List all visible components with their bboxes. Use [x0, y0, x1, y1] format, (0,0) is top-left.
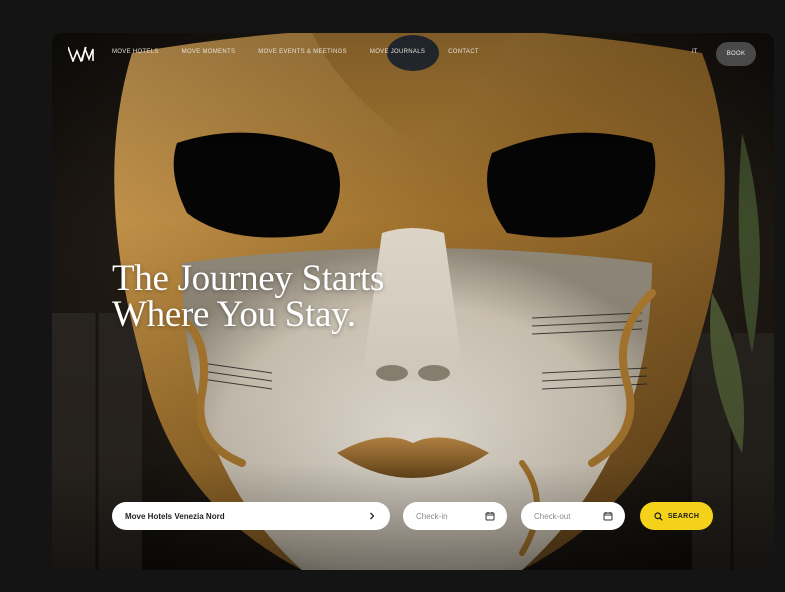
checkin-field[interactable]	[403, 502, 507, 530]
chevron-right-icon	[370, 512, 375, 520]
checkout-field[interactable]	[521, 502, 625, 530]
nav-link-move-events-meetings[interactable]: MOVE EVENTS & MEETINGS	[258, 49, 347, 55]
hotel-select[interactable]: Move Hotels Venezia Nord	[112, 502, 390, 530]
book-button[interactable]: BOOK	[716, 42, 756, 66]
nav-link-move-moments[interactable]: MOVE MOMENTS	[182, 49, 236, 55]
search-button[interactable]: SEARCH	[640, 502, 713, 530]
language-switch[interactable]: IT	[692, 49, 697, 55]
hotel-select-value: Move Hotels Venezia Nord	[125, 511, 225, 521]
calendar-icon	[603, 512, 613, 521]
nav-links: MOVE HOTELS MOVE MOMENTS MOVE EVENTS & M…	[112, 49, 502, 55]
search-icon	[654, 511, 663, 521]
checkout-input[interactable]	[534, 511, 594, 521]
hero-frame: MOVE HOTELS MOVE MOMENTS MOVE EVENTS & M…	[52, 33, 774, 570]
search-button-label: SEARCH	[667, 512, 700, 520]
logo-icon[interactable]	[68, 46, 94, 62]
hero-headline-line-1: The Journey Starts	[112, 258, 385, 299]
nav-link-contact[interactable]: CONTACT	[448, 49, 479, 55]
hero-headline-line-2: Where You Stay.	[112, 294, 356, 335]
calendar-icon	[485, 512, 495, 521]
top-navigation: MOVE HOTELS MOVE MOMENTS MOVE EVENTS & M…	[52, 33, 774, 77]
nav-link-move-hotels[interactable]: MOVE HOTELS	[112, 49, 159, 55]
nav-link-move-journals[interactable]: MOVE JOURNALS	[370, 49, 425, 55]
checkin-input[interactable]	[416, 511, 476, 521]
hero-headline: The Journey Starts Where You Stay.	[112, 258, 532, 335]
